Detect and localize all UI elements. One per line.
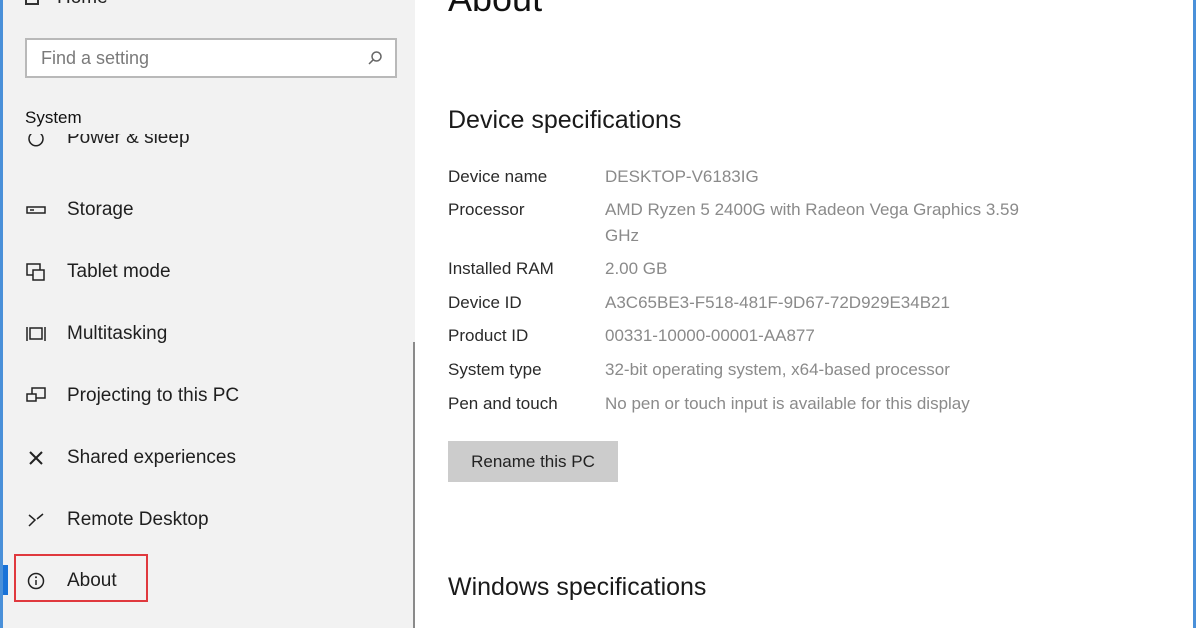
rename-pc-button[interactable]: Rename this PC xyxy=(448,441,618,482)
spec-label: Processor xyxy=(448,200,525,219)
spec-value: 00331-10000-00001-AA877 xyxy=(605,326,815,345)
sidebar: Home System Power & sleep Storage Tablet… xyxy=(3,0,416,628)
sidebar-item-label: Tablet mode xyxy=(67,261,171,282)
page-title: About xyxy=(448,0,542,20)
selected-indicator xyxy=(3,565,8,595)
spec-label: Device name xyxy=(448,167,548,186)
spec-value: No pen or touch input is available for t… xyxy=(605,394,970,413)
sidebar-item-multitasking[interactable]: Multitasking xyxy=(25,319,167,349)
sidebar-item-storage[interactable]: Storage xyxy=(25,195,134,225)
spec-value: 2.00 GB xyxy=(605,259,668,278)
sidebar-item-label: Storage xyxy=(67,199,134,220)
search-input[interactable] xyxy=(41,47,341,69)
sidebar-item-power-sleep[interactable]: Power & sleep xyxy=(25,134,190,158)
spec-row-device-name: Device name DESKTOP-V6183IG xyxy=(448,164,1035,190)
spec-row-product-id: Product ID 00331-10000-00001-AA877 xyxy=(448,323,1035,349)
spec-label: Device ID xyxy=(448,293,522,312)
search-icon[interactable] xyxy=(367,50,383,66)
section-label-system: System xyxy=(25,108,82,127)
device-specs-heading: Device specifications xyxy=(448,106,682,134)
multitasking-icon xyxy=(25,323,47,345)
sidebar-item-label: Remote Desktop xyxy=(67,509,209,530)
sidebar-item-label: Shared experiences xyxy=(67,447,236,468)
sidebar-item-label: Power & sleep xyxy=(67,134,190,148)
sidebar-item-label: Multitasking xyxy=(67,323,168,344)
sidebar-item-projecting[interactable]: Projecting to this PC xyxy=(25,381,239,411)
power-icon xyxy=(25,134,47,149)
spec-label: Installed RAM xyxy=(448,259,554,278)
spec-label: System type xyxy=(448,360,542,379)
windows-specs-heading: Windows specifications xyxy=(448,573,707,601)
spec-row-device-id: Device ID A3C65BE3-F518-481F-9D67-72D929… xyxy=(448,290,1035,316)
nav-home-label: Home xyxy=(57,0,108,9)
sidebar-item-shared-experiences[interactable]: Shared experiences xyxy=(25,443,236,473)
home-icon xyxy=(25,0,39,5)
search-box[interactable] xyxy=(25,38,397,78)
main-content: About Device specifications Device name … xyxy=(415,0,1193,628)
spec-row-pen-touch: Pen and touch No pen or touch input is a… xyxy=(448,391,1035,417)
spec-label: Pen and touch xyxy=(448,394,558,413)
spec-value: DESKTOP-V6183IG xyxy=(605,167,759,186)
tablet-mode-icon xyxy=(25,261,47,283)
sidebar-item-tablet-mode[interactable]: Tablet mode xyxy=(25,257,171,287)
spec-row-system-type: System type 32-bit operating system, x64… xyxy=(448,357,1035,383)
sidebar-item-remote-desktop[interactable]: Remote Desktop xyxy=(25,505,209,535)
storage-icon xyxy=(25,199,47,221)
sidebar-item-label: Projecting to this PC xyxy=(67,385,240,406)
spec-label: Product ID xyxy=(448,326,529,345)
projecting-icon xyxy=(25,385,47,407)
spec-row-installed-ram: Installed RAM 2.00 GB xyxy=(448,256,1035,282)
nav-home[interactable]: Home xyxy=(25,0,108,8)
about-highlight-box xyxy=(14,554,148,602)
spec-value: AMD Ryzen 5 2400G with Radeon Vega Graph… xyxy=(605,200,1019,245)
spec-value: 32-bit operating system, x64-based proce… xyxy=(605,360,950,379)
shared-experiences-icon xyxy=(25,447,47,469)
spec-value: A3C65BE3-F518-481F-9D67-72D929E34B21 xyxy=(605,293,950,312)
remote-desktop-icon xyxy=(25,509,47,531)
spec-row-processor: Processor AMD Ryzen 5 2400G with Radeon … xyxy=(448,197,1035,249)
